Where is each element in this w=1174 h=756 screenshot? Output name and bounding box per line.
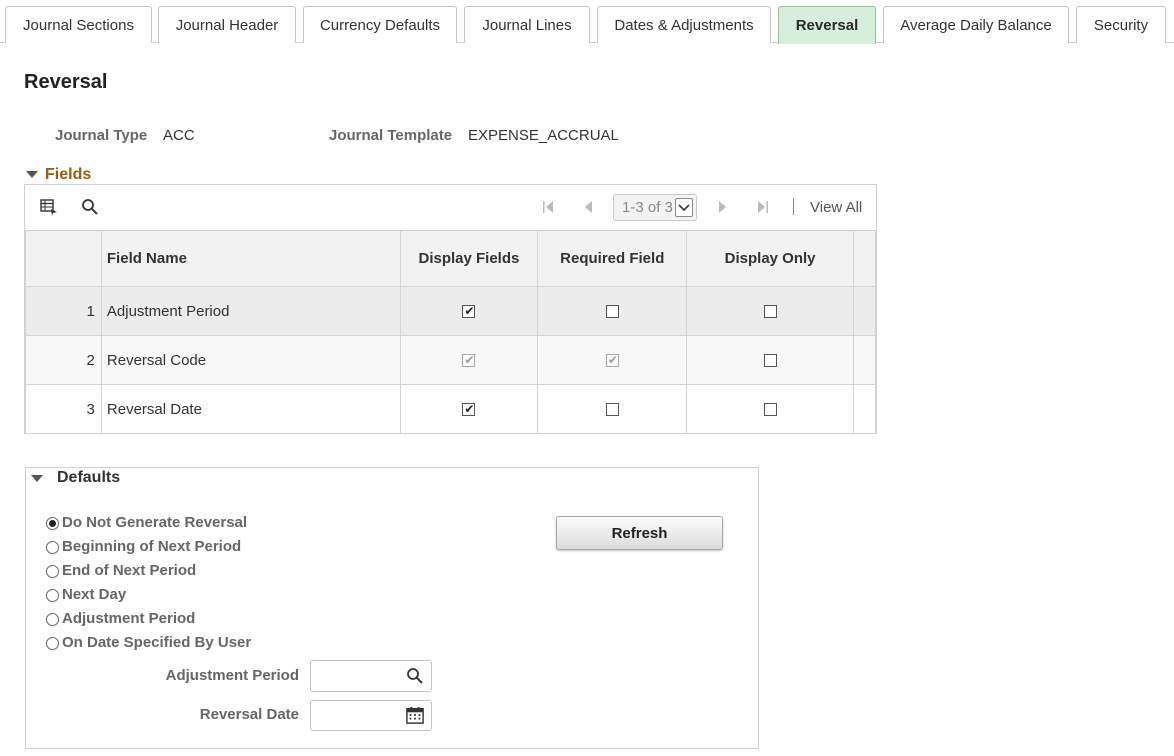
tab-label: Currency Defaults — [319, 16, 441, 34]
radio-button[interactable] — [46, 517, 59, 530]
tab-label: Average Daily Balance — [900, 16, 1052, 34]
radio-label: Adjustment Period — [62, 610, 196, 627]
radio-label: Do Not Generate Reversal — [62, 514, 248, 531]
field-name-cell: Adjustment Period — [100, 286, 401, 336]
tab-dates-adjustments[interactable]: Dates & Adjustments — [597, 6, 771, 43]
previous-icon[interactable] — [582, 199, 596, 215]
radio-button[interactable] — [46, 613, 59, 626]
journal-template-value: EXPENSE_ACCRUAL — [468, 127, 619, 144]
column-header-required-field[interactable]: Required Field — [537, 230, 688, 287]
radio-label: End of Next Period — [62, 562, 197, 579]
last-page-icon[interactable] — [756, 199, 770, 215]
display-fields-checkbox: ✔ — [462, 353, 476, 368]
journal-type-value: ACC — [163, 127, 195, 144]
tab-security[interactable]: Security — [1076, 6, 1166, 43]
adjustment-period-label: Adjustment Period — [165, 667, 299, 684]
radio-label: Next Day — [62, 586, 127, 603]
spacer-cell — [852, 286, 877, 336]
radio-label: Beginning of Next Period — [62, 538, 242, 555]
fields-grid: 1-3 of 3 View All Field Name Display Fie… — [24, 184, 877, 434]
journal-type-label: Journal Type — [55, 127, 148, 144]
dropdown-icon[interactable] — [675, 198, 693, 217]
display-only-checkbox[interactable] — [763, 403, 777, 417]
required-field-checkbox[interactable] — [605, 403, 619, 417]
tab-label: Reversal — [795, 17, 859, 34]
display-only-checkbox[interactable] — [763, 354, 777, 368]
collapse-fields-icon[interactable] — [26, 171, 38, 178]
tab-label: Journal Header — [175, 16, 279, 34]
reversal-date-label: Reversal Date — [199, 706, 299, 723]
tab-journal-lines[interactable]: Journal Lines — [464, 6, 590, 43]
required-field-checkbox[interactable] — [605, 305, 619, 319]
required-field-checkbox: ✔ — [605, 353, 619, 368]
defaults-section-title[interactable]: Defaults — [57, 469, 120, 487]
reversal-date-input[interactable] — [311, 701, 401, 731]
defaults-section: Defaults Do Not Generate Reversal Beginn… — [25, 467, 759, 749]
radio-button[interactable] — [46, 541, 59, 554]
calendar-icon[interactable] — [406, 706, 424, 724]
tab-label: Journal Sections — [23, 16, 134, 34]
reversal-date-field[interactable] — [310, 700, 432, 731]
column-header-display-only[interactable]: Display Only — [686, 230, 854, 287]
row-number: 2 — [25, 335, 102, 385]
next-icon[interactable] — [715, 199, 729, 215]
grid-personalize-icon[interactable] — [40, 198, 58, 216]
tab-label: Journal Lines — [482, 16, 572, 34]
adjustment-period-input[interactable] — [311, 661, 401, 691]
column-header-spacer — [852, 230, 877, 287]
spacer-cell — [852, 335, 877, 385]
page-range-select[interactable]: 1-3 of 3 — [613, 194, 697, 221]
grid-toolbar: 1-3 of 3 View All — [25, 185, 876, 230]
toolbar-separator — [793, 198, 794, 215]
display-only-checkbox[interactable] — [763, 305, 777, 319]
radio-label: On Date Specified By User — [62, 634, 252, 651]
column-header-field-name[interactable]: Field Name — [100, 230, 401, 287]
display-fields-checkbox[interactable]: ✔ — [462, 403, 476, 417]
table-row: 2 Reversal Code ✔ ✔ — [25, 335, 877, 385]
row-number-header — [25, 230, 102, 287]
display-fields-checkbox[interactable]: ✔ — [462, 305, 476, 319]
journal-template-label: Journal Template — [329, 127, 453, 144]
spacer-cell — [852, 384, 877, 434]
lookup-icon[interactable] — [406, 667, 424, 685]
tab-bar: Journal Sections Journal Header Currency… — [0, 0, 1174, 44]
first-page-icon[interactable] — [541, 199, 555, 215]
tab-reversal[interactable]: Reversal — [778, 6, 876, 44]
radio-button[interactable] — [46, 637, 59, 650]
field-name-cell: Reversal Date — [100, 384, 401, 434]
radio-button[interactable] — [46, 589, 59, 602]
collapse-defaults-icon[interactable] — [31, 475, 43, 482]
table-row: 3 Reversal Date ✔ — [25, 384, 877, 434]
tab-currency-defaults[interactable]: Currency Defaults — [303, 6, 457, 43]
fields-section-title[interactable]: Fields — [45, 166, 91, 184]
adjustment-period-field[interactable] — [310, 660, 432, 692]
row-number: 1 — [25, 286, 102, 336]
page-range-text: 1-3 of 3 — [622, 199, 673, 216]
tab-journal-sections[interactable]: Journal Sections — [5, 6, 152, 43]
column-header-display-fields[interactable]: Display Fields — [399, 230, 539, 287]
fields-table: Field Name Display Fields Required Field… — [25, 230, 877, 434]
tab-average-daily-balance[interactable]: Average Daily Balance — [883, 6, 1069, 43]
refresh-button[interactable]: Refresh — [556, 516, 723, 550]
view-all-link[interactable]: View All — [810, 199, 862, 216]
field-name-cell: Reversal Code — [100, 335, 401, 385]
tab-label: Security — [1093, 16, 1149, 34]
find-icon[interactable] — [81, 198, 99, 216]
table-header-row: Field Name Display Fields Required Field… — [25, 230, 877, 287]
table-row: 1 Adjustment Period ✔ — [25, 286, 877, 336]
row-number: 3 — [25, 384, 102, 434]
tab-label: Dates & Adjustments — [614, 16, 754, 34]
page-title: Reversal — [24, 71, 108, 93]
tab-journal-header[interactable]: Journal Header — [158, 6, 296, 43]
radio-button[interactable] — [46, 565, 59, 578]
